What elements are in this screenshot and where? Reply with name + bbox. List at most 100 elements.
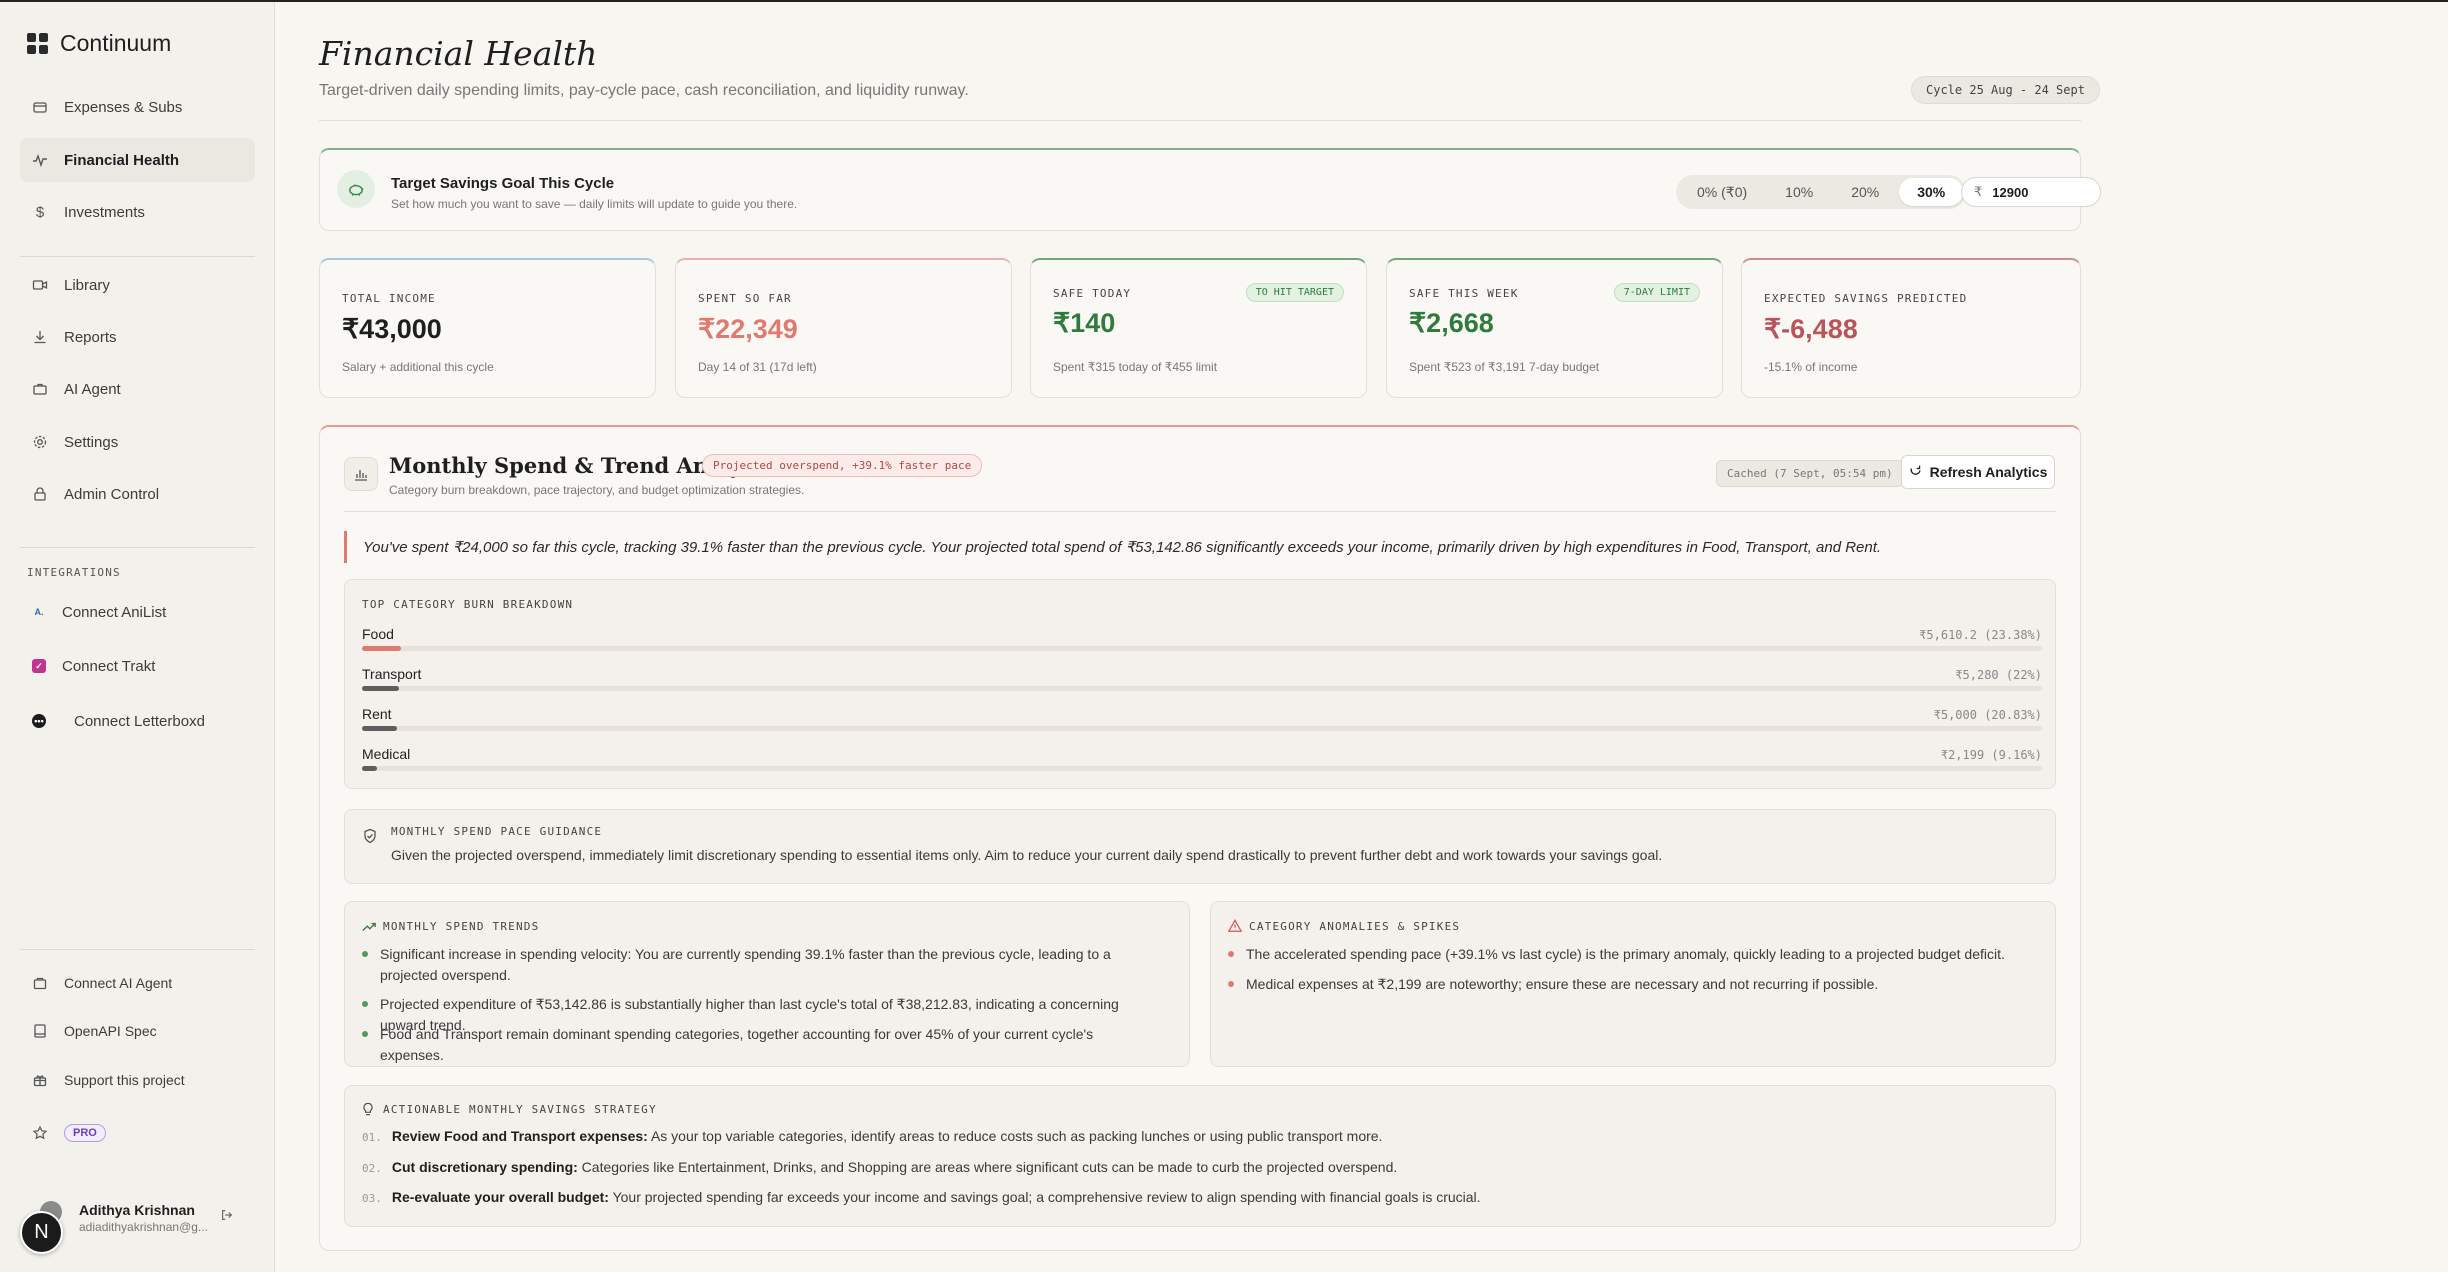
cycle-badge: Cycle 25 Aug - 24 Sept: [1911, 76, 2100, 104]
pace-label: MONTHLY SPEND PACE GUIDANCE: [391, 825, 603, 838]
trend-item: Significant increase in spending velocit…: [362, 944, 1152, 986]
connect-letterboxd[interactable]: ••• Connect Letterboxd: [20, 699, 255, 743]
gear-icon: [32, 434, 48, 450]
header-divider: [319, 120, 2081, 121]
logout-icon[interactable]: [220, 1208, 234, 1227]
connect-anilist[interactable]: A. Connect AniList: [20, 590, 255, 634]
stat-label: TOTAL INCOME: [342, 292, 436, 305]
pro-badge: PRO: [64, 1124, 106, 1142]
burn-amount: ₹5,280 (22%): [1955, 668, 2042, 682]
stat-foot: Spent ₹315 today of ₹455 limit: [1053, 360, 1218, 374]
pro-item[interactable]: PRO: [20, 1111, 255, 1155]
burn-track: [362, 726, 2042, 731]
category-burn-panel: TOP CATEGORY BURN BREAKDOWN Food ₹5,610.…: [344, 579, 2056, 789]
activity-icon: [32, 152, 48, 168]
burn-label: TOP CATEGORY BURN BREAKDOWN: [362, 598, 574, 611]
stat-label: SPENT SO FAR: [698, 292, 792, 305]
dollar-icon: $: [35, 203, 45, 221]
stat-safe-today: SAFE TODAY TO HIT TARGET ₹140 Spent ₹315…: [1030, 258, 1367, 398]
bar-chart-icon: [344, 457, 378, 491]
stat-badge: 7-DAY LIMIT: [1613, 283, 1700, 302]
nav-admin-control[interactable]: Admin Control: [20, 472, 255, 516]
burn-category: Transport: [362, 666, 422, 682]
warning-icon: [1227, 919, 1243, 938]
nav-reports[interactable]: Reports: [20, 315, 255, 359]
support-project[interactable]: Support this project: [20, 1058, 255, 1102]
stat-foot: Day 14 of 31 (17d left): [698, 360, 817, 374]
nav-settings[interactable]: Settings: [20, 420, 255, 464]
goal-option-30[interactable]: 30%: [1899, 178, 1964, 206]
goal-amount-input[interactable]: ₹ 12900: [1961, 177, 2101, 207]
download-icon: [32, 329, 48, 345]
stat-label: EXPECTED SAVINGS PREDICTED: [1764, 292, 1968, 305]
avatar-badge[interactable]: N: [20, 1211, 63, 1254]
footer-label: Support this project: [64, 1072, 185, 1088]
refresh-analytics-button[interactable]: Refresh Analytics: [1901, 455, 2055, 489]
stat-foot: Spent ₹523 of ₹3,191 7-day budget: [1409, 360, 1600, 374]
pace-text: Given the projected overspend, immediate…: [391, 847, 1663, 863]
book-icon: [32, 1023, 48, 1039]
analytics-card: Monthly Spend & Trend Analytics Projecte…: [319, 425, 2081, 1251]
goal-percentage-selector: 0% (₹0) 10% 20% 30%: [1676, 175, 1967, 209]
brand[interactable]: Continuum: [27, 30, 171, 57]
user-email: adiadithyakrishnan@g...: [79, 1220, 208, 1234]
refresh-icon: [1909, 464, 1922, 480]
integration-label: Connect Trakt: [62, 657, 156, 675]
gift-icon: [32, 1072, 48, 1088]
burn-fill-bar: [362, 766, 378, 771]
nav-investments[interactable]: $ Investments: [20, 190, 255, 234]
piggy-bank-icon: [337, 170, 375, 208]
pace-guidance-panel: MONTHLY SPEND PACE GUIDANCE Given the pr…: [344, 809, 2056, 884]
burn-fill-bar: [362, 646, 402, 651]
user-profile[interactable]: N Adithya Krishnan adiadithyakrishnan@g.…: [20, 1188, 255, 1258]
integrations-label: INTEGRATIONS: [27, 566, 121, 579]
goal-title: Target Savings Goal This Cycle: [391, 175, 615, 192]
stat-label: SAFE TODAY: [1053, 287, 1132, 300]
goal-option-10[interactable]: 10%: [1767, 178, 1831, 206]
nav-label: Expenses & Subs: [64, 98, 183, 116]
analytics-subtitle: Category burn breakdown, pace trajectory…: [389, 483, 805, 497]
nav-financial-health[interactable]: Financial Health: [20, 138, 255, 182]
burn-track: [362, 686, 2042, 691]
nav-label: Settings: [64, 433, 119, 451]
page-subtitle: Target-driven daily spending limits, pay…: [319, 82, 969, 99]
connect-ai-agent[interactable]: Connect AI Agent: [20, 961, 255, 1005]
nav-expenses-subs[interactable]: Expenses & Subs: [20, 85, 255, 129]
burn-amount: ₹5,000 (20.83%): [1933, 708, 2042, 722]
stat-expected-savings: EXPECTED SAVINGS PREDICTED ₹-6,488 -15.1…: [1741, 258, 2081, 398]
spend-trends-panel: MONTHLY SPEND TRENDS Significant increas…: [344, 901, 1190, 1067]
stat-spent-so-far: SPENT SO FAR ₹22,349 Day 14 of 31 (17d l…: [675, 258, 1012, 398]
shield-check-icon: [362, 828, 378, 849]
nav-label: Investments: [64, 203, 145, 221]
strategy-step: 01. Review Food and Transport expenses: A…: [362, 1128, 1383, 1144]
goal-option-0[interactable]: 0% (₹0): [1679, 178, 1765, 206]
sidebar-divider: [20, 547, 255, 548]
goal-option-20[interactable]: 20%: [1833, 178, 1897, 206]
burn-category: Rent: [362, 706, 392, 722]
burn-track: [362, 766, 2042, 771]
stat-total-income: TOTAL INCOME ₹43,000 Salary + additional…: [319, 258, 656, 398]
nav-label: Financial Health: [64, 151, 180, 169]
stat-badge: TO HIT TARGET: [1245, 283, 1344, 302]
stat-value: ₹2,668: [1409, 308, 1494, 338]
trend-item: Food and Transport remain dominant spend…: [362, 1024, 1152, 1066]
burn-fill-bar: [362, 726, 397, 731]
strategy-label: ACTIONABLE MONTHLY SAVINGS STRATEGY: [383, 1103, 657, 1116]
lightbulb-icon: [362, 1102, 374, 1122]
cached-badge: Cached (7 Sept, 05:54 pm): [1716, 460, 1904, 487]
refresh-label: Refresh Analytics: [1929, 464, 2048, 480]
stat-value: ₹43,000: [342, 314, 442, 344]
stat-label: SAFE THIS WEEK: [1409, 287, 1519, 300]
burn-row-medical: Medical ₹2,199 (9.16%): [362, 746, 2042, 786]
nav-library[interactable]: Library: [20, 263, 255, 307]
connect-trakt[interactable]: ✓ Connect Trakt: [20, 644, 255, 688]
burn-amount: ₹5,610.2 (23.38%): [1919, 628, 2042, 642]
strategy-step: 02. Cut discretionary spending: Categorie…: [362, 1159, 1398, 1175]
stat-value: ₹140: [1053, 308, 1116, 338]
nav-label: Library: [64, 276, 110, 294]
wallet-icon: [32, 99, 48, 115]
page-title: Financial Health: [319, 34, 598, 73]
openapi-spec[interactable]: OpenAPI Spec: [20, 1009, 255, 1053]
nav-ai-agent[interactable]: AI Agent: [20, 367, 255, 411]
burn-fill-bar: [362, 686, 399, 691]
